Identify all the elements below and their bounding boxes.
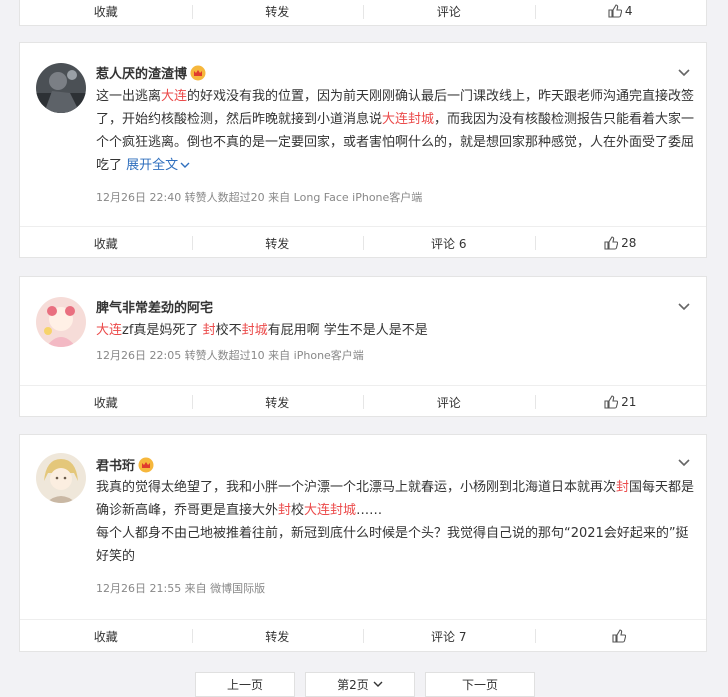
post-content: 我真的觉得太绝望了，我和小胖一个沪漂一个北漂马上就春运，小杨刚到北海道日本就再次… xyxy=(96,476,696,568)
post-card: 惹人厌的渣渣博 这一出逃离大连的好戏没有我的位置，因为前天刚刚确认最后一门课改线… xyxy=(19,42,707,258)
next-page-button[interactable]: 下一页 xyxy=(425,672,535,697)
content-seg: 校 xyxy=(291,503,305,518)
user-name-text[interactable]: 君书珩 xyxy=(96,455,135,474)
user-name-text[interactable]: 脾气非常差劲的阿宅 xyxy=(96,297,213,316)
collect-button[interactable]: 收藏 xyxy=(20,385,192,419)
collect-label: 收藏 xyxy=(93,236,118,251)
avatar[interactable] xyxy=(36,297,86,347)
post-meta: 12月26日 21:55 来自 微博国际版 xyxy=(96,582,266,595)
comment-button[interactable]: 评论 6 xyxy=(363,226,535,260)
next-page-label: 下一页 xyxy=(461,678,498,692)
post-card: 君书珩 我真的觉得太绝望了，我和小胖一个沪漂一个北漂马上就春运，小杨刚到北海道日… xyxy=(19,434,707,652)
content-seg: zf真是妈死了 xyxy=(122,323,203,338)
page-select[interactable]: 第2页 xyxy=(305,672,415,697)
comment-label: 评论 6 xyxy=(431,236,467,251)
repost-label: 转发 xyxy=(265,395,290,410)
post-actions: 收藏 转发 评论 21 xyxy=(20,385,706,419)
user-name[interactable]: 脾气非常差劲的阿宅 xyxy=(96,297,213,316)
keyword-highlight[interactable]: 大连封城 xyxy=(304,503,356,518)
user-name[interactable]: 君书珩 xyxy=(96,455,154,474)
keyword-highlight[interactable]: 封城 xyxy=(242,323,268,338)
keyword-highlight[interactable]: 大连 xyxy=(161,89,187,104)
content-seg: 这一出逃离 xyxy=(96,89,162,104)
prev-page-button[interactable]: 上一页 xyxy=(195,672,295,697)
post-content: 这一出逃离大连的好戏没有我的位置，因为前天刚刚确认最后一门课改线上，昨天跟老师沟… xyxy=(96,85,696,177)
content-seg: 有屁用啊 学生不是人是不是 xyxy=(267,323,428,338)
like-button[interactable]: 21 xyxy=(534,385,707,419)
post-meta: 12月26日 22:05 转赞人数超过10 来自 iPhone客户端 xyxy=(96,349,364,362)
keyword-highlight[interactable]: 大连 xyxy=(96,323,122,338)
keyword-highlight[interactable]: 封 xyxy=(616,480,629,495)
comment-label: 评论 7 xyxy=(431,629,467,644)
expand-full-link[interactable]: 展开全文 xyxy=(126,158,190,173)
previous-post-actions: 收藏 转发 评论 4 xyxy=(20,0,706,27)
like-button[interactable] xyxy=(534,619,707,653)
chevron-down-icon[interactable] xyxy=(678,303,690,311)
thumbs-up-icon xyxy=(612,629,626,643)
like-button[interactable]: 4 xyxy=(534,0,707,27)
repost-button[interactable]: 转发 xyxy=(191,619,364,653)
thumbs-up-icon xyxy=(604,395,619,409)
like-count: 21 xyxy=(621,395,637,409)
user-name-text[interactable]: 惹人厌的渣渣博 xyxy=(96,63,187,82)
repost-label: 转发 xyxy=(265,4,290,19)
repost-button[interactable]: 转发 xyxy=(191,226,364,260)
thumbs-up-icon xyxy=(604,236,619,250)
collect-button[interactable]: 收藏 xyxy=(20,619,192,653)
repost-label: 转发 xyxy=(265,629,290,644)
keyword-highlight[interactable]: 大连封城 xyxy=(382,112,434,127)
repost-label: 转发 xyxy=(265,236,290,251)
vip-crown-icon xyxy=(138,457,154,472)
chevron-down-icon xyxy=(373,681,383,687)
like-count: 28 xyxy=(621,236,637,250)
expand-label[interactable]: 展开全文 xyxy=(126,158,178,173)
comment-button[interactable]: 评论 xyxy=(363,385,535,419)
chevron-down-small-icon xyxy=(180,162,190,168)
content-seg: …… xyxy=(356,503,383,518)
keyword-highlight[interactable]: 封 xyxy=(278,503,291,518)
chevron-down-icon[interactable] xyxy=(678,459,690,467)
post-content: 大连zf真是妈死了 封校不封城有屁用啊 学生不是人是不是 xyxy=(96,319,696,342)
post-meta: 12月26日 22:40 转赞人数超过20 来自 Long Face iPhon… xyxy=(96,191,423,204)
post-card: 脾气非常差劲的阿宅 大连zf真是妈死了 封校不封城有屁用啊 学生不是人是不是 1… xyxy=(19,276,707,417)
avatar[interactable] xyxy=(36,63,86,113)
collect-label: 收藏 xyxy=(93,629,118,644)
content-seg: 校不 xyxy=(215,323,242,338)
chevron-down-icon[interactable] xyxy=(678,69,690,77)
user-name[interactable]: 惹人厌的渣渣博 xyxy=(96,63,206,82)
comment-label: 评论 xyxy=(436,395,461,410)
collect-label: 收藏 xyxy=(93,4,118,19)
avatar[interactable] xyxy=(36,453,86,503)
prev-page-label: 上一页 xyxy=(226,678,263,692)
previous-post-card: 收藏 转发 评论 4 xyxy=(19,0,707,26)
thumbs-up-icon xyxy=(608,4,622,18)
keyword-highlight[interactable]: 封 xyxy=(203,323,216,338)
vip-crown-icon xyxy=(190,65,206,80)
collect-button[interactable]: 收藏 xyxy=(20,0,192,27)
post-actions: 收藏 转发 评论 7 xyxy=(20,619,706,653)
repost-button[interactable]: 转发 xyxy=(191,385,364,419)
content-paragraph: 每个人都身不由己地被推着往前，新冠到底什么时候是个头？我觉得自己说的那句“202… xyxy=(96,526,689,564)
repost-button[interactable]: 转发 xyxy=(191,0,364,27)
collect-label: 收藏 xyxy=(93,395,118,410)
like-count: 4 xyxy=(624,4,633,18)
content-seg: 我真的觉得太绝望了，我和小胖一个沪漂一个北漂马上就春运，小杨刚到北海道日本就再次 xyxy=(96,480,617,495)
collect-button[interactable]: 收藏 xyxy=(20,226,192,260)
comment-label: 评论 xyxy=(436,4,461,19)
pagination: 上一页 第2页 下一页 xyxy=(0,668,728,697)
like-button[interactable]: 28 xyxy=(534,226,707,260)
comment-button[interactable]: 评论 xyxy=(363,0,535,27)
post-actions: 收藏 转发 评论 6 28 xyxy=(20,226,706,260)
comment-button[interactable]: 评论 7 xyxy=(363,619,535,653)
current-page-label: 第2页 xyxy=(337,678,369,692)
